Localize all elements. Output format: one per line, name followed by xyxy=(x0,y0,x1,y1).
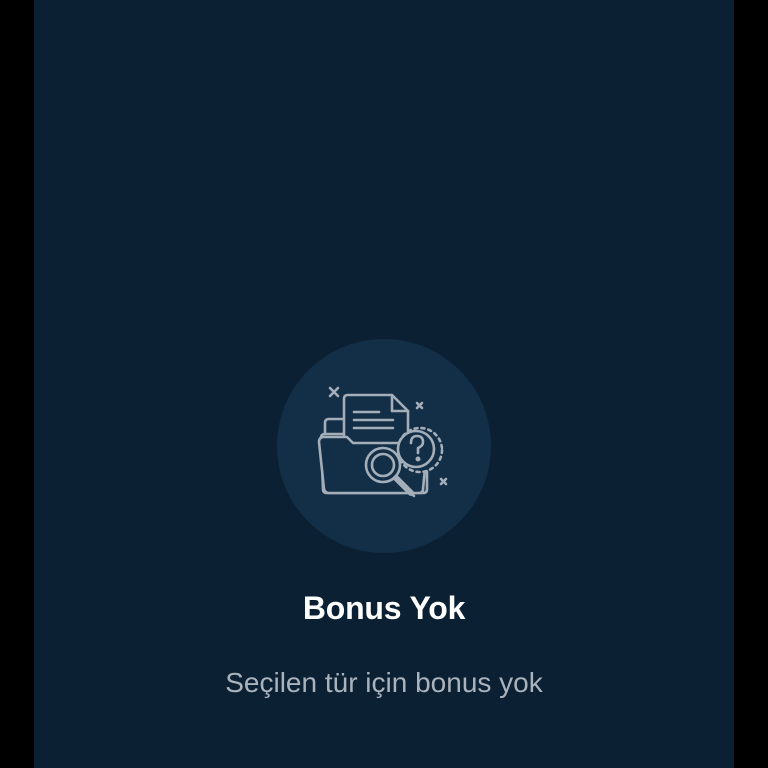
empty-state: Bonus Yok Seçilen tür için bonus yok xyxy=(34,0,734,768)
empty-state-subtitle: Seçilen tür için bonus yok xyxy=(225,667,543,698)
app-screen: Bonus Yok Seçilen tür için bonus yok xyxy=(34,0,734,768)
empty-illustration xyxy=(277,339,491,553)
folder-search-question-icon xyxy=(317,386,448,498)
empty-state-title: Bonus Yok xyxy=(302,590,466,626)
